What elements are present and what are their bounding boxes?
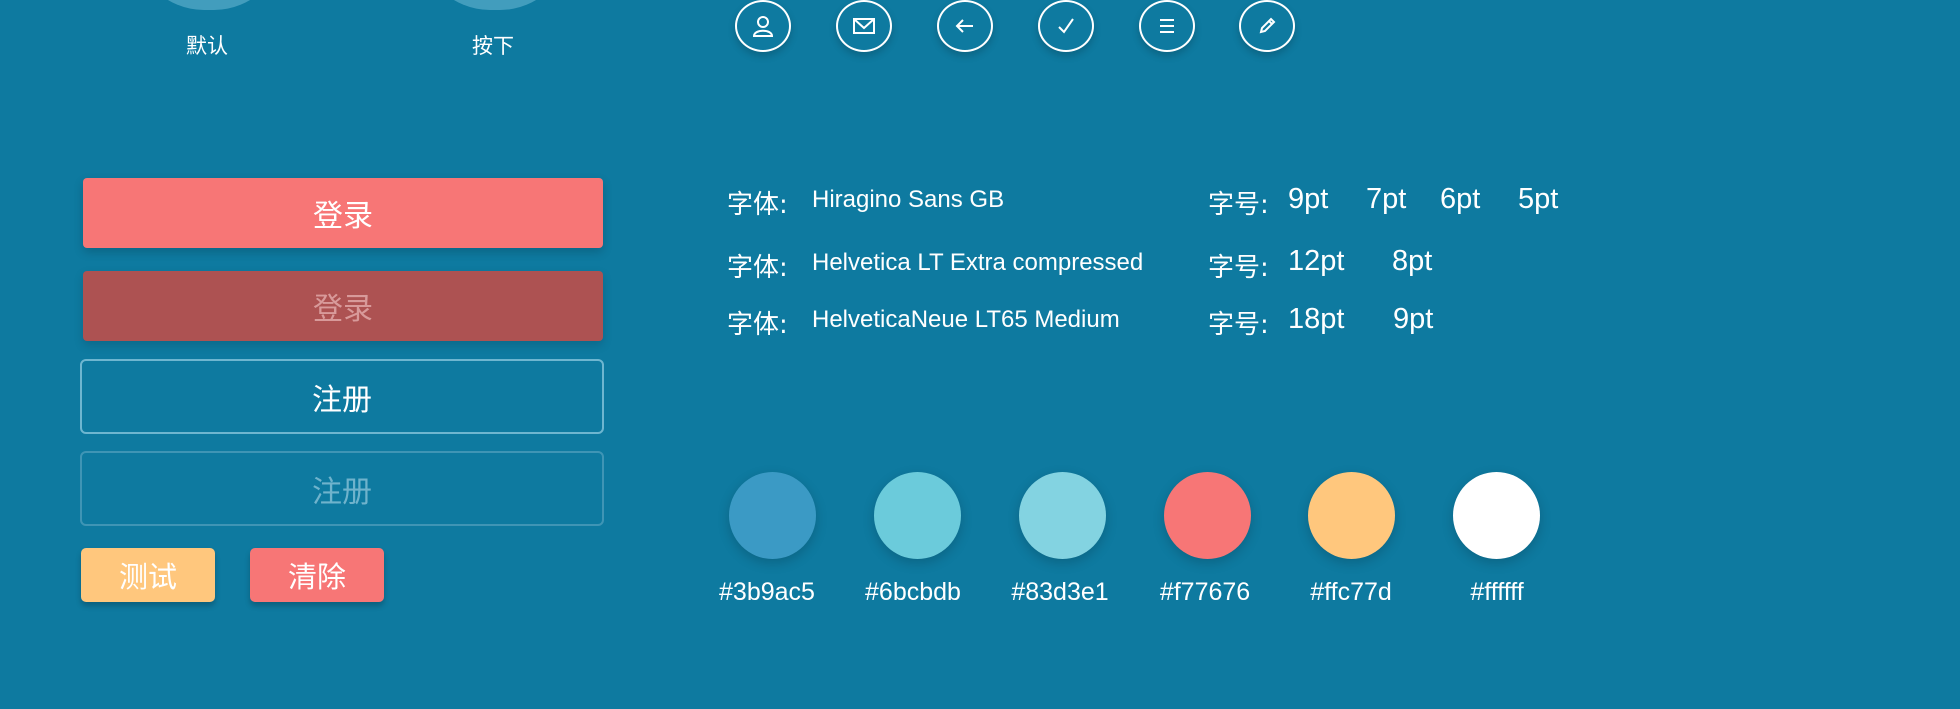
font-name: Hiragino Sans GB [812, 186, 1005, 213]
back-arrow-icon[interactable] [937, 0, 993, 52]
color-swatch [1019, 472, 1106, 559]
color-swatch [1164, 472, 1251, 559]
color-swatch [1453, 472, 1540, 559]
font-label: 字体: [727, 190, 788, 220]
user-icon[interactable] [735, 0, 791, 52]
font-size: 5pt [1518, 183, 1559, 215]
color-label: #ffc77d [1310, 578, 1392, 606]
menu-icon[interactable] [1139, 0, 1195, 52]
clear-button[interactable]: 清除 [250, 548, 384, 602]
font-label: 字体: [727, 310, 788, 340]
state-default-label: 默认 [186, 34, 228, 58]
test-button[interactable]: 测试 [81, 548, 215, 602]
color-swatch [729, 472, 816, 559]
font-size: 12pt [1288, 245, 1345, 277]
register-button-disabled: 注册 [80, 451, 604, 526]
font-size: 8pt [1392, 245, 1433, 277]
color-label: #f77676 [1159, 578, 1251, 606]
color-swatch [874, 472, 961, 559]
font-size: 9pt [1393, 303, 1434, 335]
font-size: 6pt [1440, 183, 1481, 215]
state-pressed-circle [420, 0, 570, 10]
font-size: 18pt [1288, 303, 1345, 335]
font-size: 7pt [1366, 183, 1407, 215]
color-label: #3b9ac5 [719, 578, 815, 606]
font-name: HelveticaNeue LT65 Medium [812, 306, 1120, 333]
color-swatch [1308, 472, 1395, 559]
font-size: 9pt [1288, 183, 1329, 215]
register-button[interactable]: 注册 [80, 359, 604, 434]
color-label: #6bcbdb [865, 578, 961, 606]
font-name: Helvetica LT Extra compressed [812, 249, 1144, 276]
state-default-circle [134, 0, 284, 10]
check-icon[interactable] [1038, 0, 1094, 52]
login-button-disabled: 登录 [83, 271, 603, 341]
color-label: #83d3e1 [1011, 578, 1109, 606]
state-pressed-label: 按下 [472, 34, 514, 58]
color-label: #ffffff [1470, 578, 1524, 606]
size-label: 字号: [1208, 310, 1269, 340]
font-label: 字体: [727, 253, 788, 283]
edit-icon[interactable] [1239, 0, 1295, 52]
mail-icon[interactable] [836, 0, 892, 52]
size-label: 字号: [1208, 190, 1269, 220]
login-button[interactable]: 登录 [83, 178, 603, 248]
size-label: 字号: [1208, 253, 1269, 283]
